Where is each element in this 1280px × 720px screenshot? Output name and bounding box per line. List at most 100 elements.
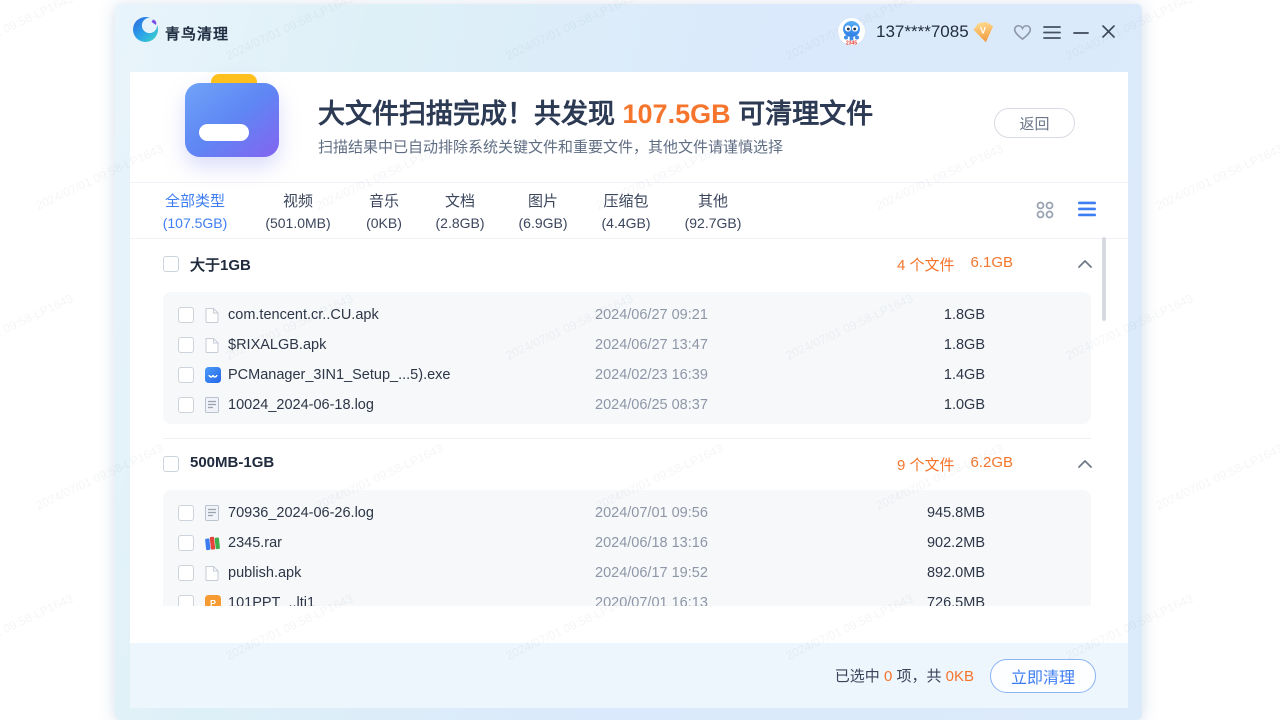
content-panel: 大文件扫描完成！共发现 107.5GB 可清理文件 扫描结果中已自动排除系统关键… [130,72,1128,643]
app-window: 青鸟清理 2345 137****7085 V [115,4,1142,720]
row-checkbox[interactable] [178,565,194,581]
row-checkbox[interactable] [178,397,194,413]
file-name: com.tencent.cr..CU.apk [228,307,379,323]
file-type-icon [205,505,219,521]
tab-1[interactable]: 视频(501.0MB) [265,190,330,231]
scan-result-subtitle: 扫描结果中已自动排除系统关键文件和重要文件，其他文件请谨慎选择 [318,136,783,157]
user-avatar[interactable]: 2345 [837,17,866,46]
section-total-size: 6.1GB [970,254,1013,275]
section-summary: 4 个文件 6.1GB [897,254,1013,275]
file-row[interactable]: 70936_2024-06-26.log2024/07/01 09:56945.… [163,498,1091,528]
file-row[interactable]: $RIXALGB.apk 2024/06/27 13:47 1.8GB [163,330,1091,360]
screen: 青鸟清理 2345 137****7085 V [0,0,1280,720]
file-row[interactable]: 2345.rar 2024/06/18 13:16 902.2MB [163,528,1091,558]
tab-label: 其他 [685,190,742,211]
file-name: $RIXALGB.apk [228,337,326,353]
tab-3[interactable]: 文档(2.8GB) [435,190,484,231]
row-checkbox[interactable] [178,337,194,353]
vip-badge-icon[interactable]: V [970,21,997,44]
menu-icon[interactable] [1043,25,1061,40]
tab-size: (2.8GB) [435,215,484,231]
tab-4[interactable]: 图片(6.9GB) [518,190,567,231]
section-checkbox[interactable] [163,256,179,272]
section-summary: 9 个文件6.2GB [897,454,1013,475]
row-checkbox[interactable] [178,367,194,383]
file-size: 1.0GB [944,397,985,413]
file-name: PCManager_3IN1_Setup_...5).exe [228,367,450,383]
tab-5[interactable]: 压缩包 (4.4GB) [601,190,650,231]
file-row[interactable]: 10024_2024-06-18.log 2024/06/25 08:37 1.0G… [163,390,1091,420]
tab-size: (92.7GB) [685,215,742,231]
chevron-up-icon[interactable] [1078,260,1092,268]
file-date: 2024/06/25 08:37 [595,397,708,413]
file-group: com.tencent.cr..CU.apk 2024/06/27 09:21 1.… [163,292,1091,424]
file-name: 101PPT_..lti1 [228,595,315,606]
file-size: 1.8GB [944,307,985,323]
tab-size: (0KB) [366,215,402,231]
svg-text:2345: 2345 [846,41,857,47]
tabbar-divider [130,238,1128,239]
close-button[interactable] [1101,24,1116,39]
watermark-text: 2024/07/01 09:58-LP1643 [1154,441,1280,512]
file-type-icon [205,307,219,323]
row-checkbox[interactable] [178,505,194,521]
watermark-text: 2024/07/01 09:58-LP1643 [1154,141,1280,212]
row-checkbox[interactable] [178,535,194,551]
tab-2[interactable]: 音乐 (0KB) [366,190,402,231]
file-date: 2024/06/27 13:47 [595,337,708,353]
file-type-icon [205,397,219,413]
file-name: 70936_2024-06-26.log [228,505,374,521]
file-type-icon [205,535,221,551]
back-button[interactable]: 返回 [994,108,1075,138]
tab-label: 图片 [518,190,567,211]
watermark-text: 2024/07/01 09:58-LP1643 [0,291,75,362]
file-date: 2020/07/01 16:13 [595,595,708,606]
file-size: 1.8GB [944,337,985,353]
watermark-text: 2024/07/01 09:58-LP1643 [0,0,75,63]
file-date: 2024/06/18 13:16 [595,535,708,551]
list-view-icon[interactable] [1078,201,1096,217]
file-name: 2345.rar [228,535,282,551]
app-title: 青鸟清理 [165,23,229,44]
file-type-icon: P [205,595,221,606]
section-header: 大于1GB4 个文件6.1GB [130,240,1128,288]
file-row[interactable]: PCManager_3IN1_Setup_...5).exe2024/02/23… [163,360,1091,390]
grid-view-icon[interactable] [1036,201,1054,219]
section-label: 500MB-1GB [190,454,274,471]
file-date: 2024/06/27 09:21 [595,307,708,323]
footer-bar: 已选中 0 项，共 0KB 立即清理 [130,643,1128,708]
watermark-text: 2024/07/01 09:58-LP1643 [0,591,75,662]
scrollbar-thumb[interactable] [1102,237,1106,321]
tab-label: 全部类型 [163,190,228,211]
tab-size: (107.5GB) [163,215,228,231]
header-divider [130,182,1128,183]
app-logo-icon [132,16,159,43]
section-header: 500MB-1GB 9 个文件6.2GB [130,440,1128,488]
section-file-count: 4 个文件 [897,254,955,275]
file-name: publish.apk [228,565,301,581]
tab-label: 音乐 [366,190,402,211]
tab-label: 视频 [265,190,330,211]
section-divider [163,438,1091,439]
row-checkbox[interactable] [178,595,194,606]
tab-label: 压缩包 [601,190,650,211]
file-type-icon [205,367,221,383]
file-size: 726.5MB [927,595,985,606]
file-size: 902.2MB [927,535,985,551]
row-checkbox[interactable] [178,307,194,323]
favorite-icon[interactable] [1013,24,1032,41]
account-number: 137****7085 [876,22,969,42]
file-name: 10024_2024-06-18.log [228,397,374,413]
file-row[interactable]: publish.apk2024/06/17 19:52892.0MB [163,558,1091,588]
tab-0[interactable]: 全部类型 (107.5GB) [163,190,228,231]
tab-size: (4.4GB) [601,215,650,231]
clean-now-button[interactable]: 立即清理 [990,659,1096,693]
chevron-up-icon[interactable] [1078,460,1092,468]
file-row[interactable]: P 101PPT_..lti1 2020/07/01 16:13 726.5MB [163,588,1091,606]
tab-6[interactable]: 其他 (92.7GB) [685,190,742,231]
section-checkbox[interactable] [163,456,179,472]
cleanable-size-highlight: 107.5GB [623,99,731,129]
minimize-button[interactable] [1073,25,1089,40]
file-row[interactable]: com.tencent.cr..CU.apk 2024/06/27 09:21 1.… [163,300,1091,330]
file-size: 1.4GB [944,367,985,383]
